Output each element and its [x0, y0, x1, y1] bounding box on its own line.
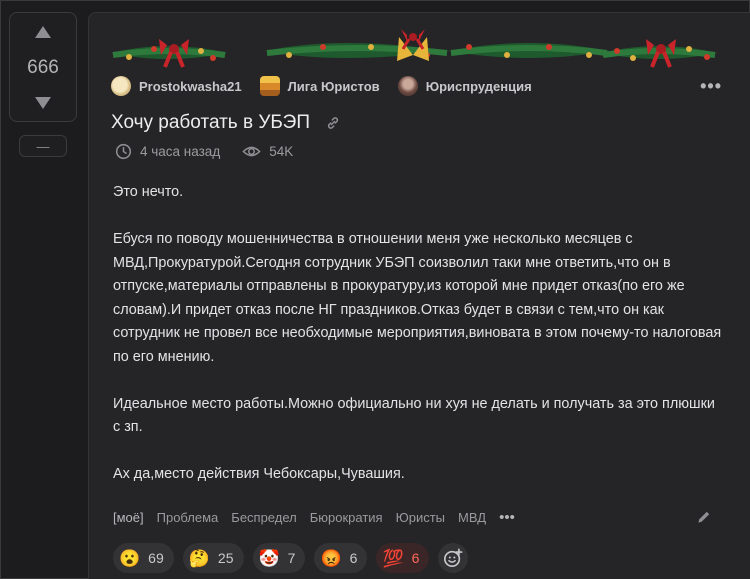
tag[interactable]: Юристы	[396, 510, 445, 525]
clock-icon	[115, 143, 132, 160]
reaction-count: 69	[148, 550, 164, 566]
post-paragraph: Это нечто.	[113, 184, 184, 200]
post-meta-row: Prostokwasha21 Лига Юристов Юриспруденци…	[111, 75, 722, 97]
reaction-count: 7	[287, 550, 296, 566]
post-paragraph: Ах да,место действия Чебоксары,Чувашия.	[113, 466, 405, 482]
post-time-text: 4 часа назад	[140, 144, 221, 159]
author-avatar	[111, 76, 131, 96]
pencil-icon[interactable]	[696, 509, 712, 525]
reaction-count: 6	[411, 550, 420, 566]
post-stats: 4 часа назад 54K	[115, 143, 315, 160]
reaction-button[interactable]: 🤔 25	[182, 543, 244, 573]
author-name: Prostokwasha21	[139, 78, 242, 94]
community-name: Лига Юристов	[287, 78, 380, 94]
reaction-emoji: 🤡	[258, 548, 280, 568]
more-icon[interactable]: •••	[700, 77, 722, 95]
hide-post-button[interactable]: —	[19, 135, 67, 157]
reaction-emoji: 😡	[320, 548, 342, 568]
tag[interactable]: Беспредел	[231, 510, 296, 525]
tags-row: [моё] Проблема Беспредел Бюрократия Юрис…	[113, 508, 712, 526]
post-views-text: 54K	[269, 144, 294, 159]
garland-center	[265, 29, 609, 61]
post-card: Prostokwasha21 Лига Юристов Юриспруденци…	[88, 12, 750, 579]
reaction-emoji: 🤔	[188, 548, 210, 568]
arrow-down-icon[interactable]	[35, 97, 51, 109]
post-paragraph: Идеальное место работы.Можно официально …	[113, 395, 715, 436]
tag[interactable]: Проблема	[157, 510, 219, 525]
reaction-count: 25	[217, 550, 234, 566]
community-avatar	[259, 76, 280, 96]
post-time: 4 часа назад	[115, 143, 220, 160]
tag[interactable]: МВД	[458, 510, 486, 525]
garland-left	[111, 39, 227, 68]
garland-right	[601, 39, 717, 68]
smiley-plus-icon	[444, 548, 463, 567]
add-reaction-icon[interactable]	[438, 543, 469, 573]
post-paragraph: Ебуся по поводу мошенничества в отношени…	[113, 231, 722, 365]
eye-icon	[242, 146, 261, 157]
reaction-count: 6	[349, 550, 358, 566]
category-name: Юриспруденция	[425, 78, 532, 94]
post-title-row: Хочу работать в УБЭП	[111, 112, 342, 134]
arrow-up-icon[interactable]	[35, 26, 51, 38]
reactions-bar: 😮 69 🤔 25 🤡 7 😡 6 💯 6	[113, 543, 469, 573]
community-link[interactable]: Лига Юристов	[259, 76, 380, 96]
tag-moe[interactable]: [моё]	[113, 510, 144, 525]
reaction-button[interactable]: 😮 69	[113, 543, 174, 573]
post-rating: 666	[27, 56, 59, 78]
post-body: Это нечто. Ебуся по поводу мошенничества…	[113, 181, 723, 510]
tag[interactable]: Бюрократия	[310, 510, 383, 525]
author-link[interactable]: Prostokwasha21	[111, 76, 242, 96]
reaction-emoji: 💯	[382, 548, 404, 568]
garland-decoration	[111, 29, 717, 68]
reaction-emoji: 😮	[119, 548, 141, 568]
vote-widget: 666	[9, 12, 77, 122]
reaction-button[interactable]: 😡 6	[314, 543, 368, 573]
post-views: 54K	[242, 143, 293, 160]
post-title[interactable]: Хочу работать в УБЭП	[111, 112, 310, 134]
category-avatar	[397, 76, 418, 96]
reaction-button-selected[interactable]: 💯 6	[376, 543, 430, 573]
more-tags-icon[interactable]: •••	[499, 509, 515, 526]
category-link[interactable]: Юриспруденция	[397, 76, 532, 96]
reaction-button[interactable]: 🤡 7	[252, 543, 306, 573]
link-icon[interactable]	[324, 114, 342, 132]
